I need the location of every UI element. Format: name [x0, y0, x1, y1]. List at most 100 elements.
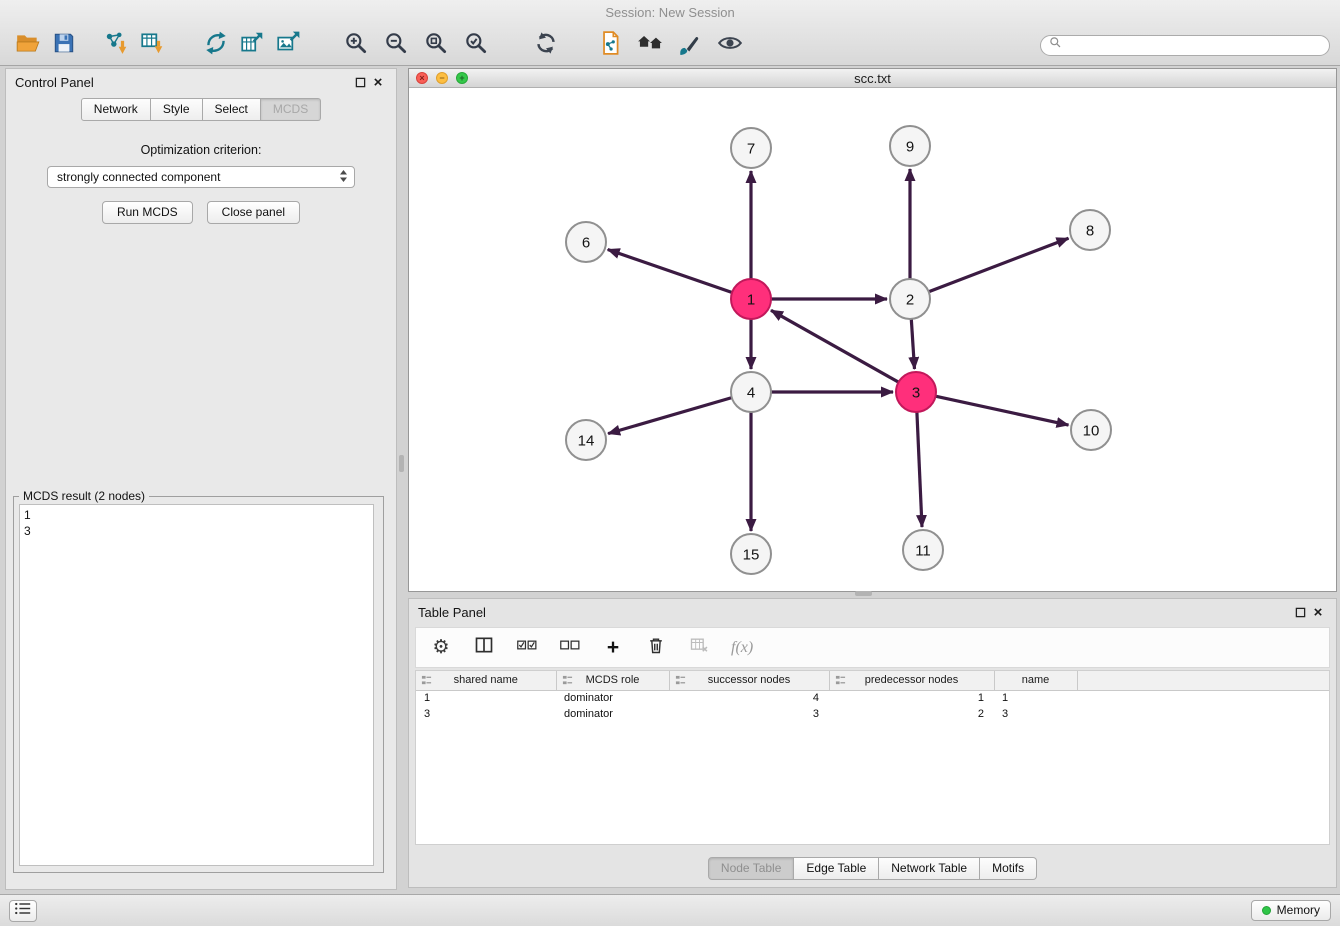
- refresh-icon: [533, 30, 559, 61]
- mcds-result-list: 13: [19, 504, 374, 866]
- vertical-splitter-handle[interactable]: [399, 455, 404, 472]
- unchecked-boxes-icon: [560, 635, 580, 660]
- graph-edge-4-14[interactable]: [608, 398, 732, 434]
- unselect-all-button[interactable]: [559, 636, 581, 660]
- tab-network[interactable]: Network: [81, 98, 151, 121]
- show-column-button[interactable]: [473, 636, 495, 660]
- table-row[interactable]: 1dominator411: [416, 690, 1329, 706]
- run-mcds-button[interactable]: Run MCDS: [102, 201, 193, 224]
- table-cell[interactable]: 2: [829, 706, 994, 722]
- close-panel-button[interactable]: Close panel: [207, 201, 300, 224]
- search-icon: [1049, 36, 1062, 54]
- mcds-result-item[interactable]: 1: [24, 507, 373, 523]
- column-header-shared-name[interactable]: shared name: [416, 671, 556, 690]
- column-type-icon: [675, 675, 686, 689]
- control-panel: Control Panel × Network Style Select MCD…: [5, 68, 397, 890]
- window-title: Session: New Session: [0, 0, 1340, 26]
- search-field[interactable]: [1040, 35, 1330, 56]
- delete-table-icon: [689, 635, 709, 660]
- maximize-window-icon[interactable]: +: [456, 72, 468, 84]
- zoom-in-button[interactable]: [336, 29, 376, 61]
- graph-node-label-15: 15: [743, 547, 760, 564]
- table-cell[interactable]: 4: [669, 690, 829, 706]
- memory-label: Memory: [1277, 903, 1320, 917]
- network-graph[interactable]: 1234678910111415: [409, 88, 1336, 591]
- graph-node-label-6: 6: [582, 235, 590, 252]
- zoom-fit-button[interactable]: [416, 29, 456, 61]
- first-neighbors-button[interactable]: [630, 29, 670, 61]
- delete-row-button[interactable]: [645, 636, 667, 660]
- import-network-button[interactable]: [98, 29, 134, 61]
- tab-motifs[interactable]: Motifs: [980, 857, 1037, 880]
- zoom-out-icon: [383, 30, 409, 61]
- criterion-dropdown[interactable]: strongly connected component: [47, 166, 355, 188]
- table-cell[interactable]: 1: [829, 690, 994, 706]
- float-table-panel-icon[interactable]: [1291, 603, 1309, 621]
- graph-edge-3-10[interactable]: [936, 396, 1069, 425]
- select-all-button[interactable]: [516, 636, 538, 660]
- export-image-button[interactable]: [270, 29, 306, 61]
- zoom-selected-button[interactable]: [456, 29, 496, 61]
- mcds-result-item[interactable]: 3: [24, 523, 373, 539]
- graph-edge-3-11[interactable]: [917, 412, 922, 527]
- style-tools-button[interactable]: [670, 29, 710, 61]
- table-cell[interactable]: dominator: [556, 706, 669, 722]
- table-cell[interactable]: 1: [994, 690, 1077, 706]
- tab-network-table[interactable]: Network Table: [879, 857, 980, 880]
- graph-edge-2-3[interactable]: [911, 319, 914, 369]
- zoom-out-button[interactable]: [376, 29, 416, 61]
- refresh-button[interactable]: [526, 29, 566, 61]
- export-table-button[interactable]: [234, 29, 270, 61]
- column-header-name[interactable]: name: [994, 671, 1077, 690]
- table-cell[interactable]: dominator: [556, 690, 669, 706]
- tab-mcds[interactable]: MCDS: [261, 98, 321, 121]
- close-window-icon[interactable]: ×: [416, 72, 428, 84]
- tab-edge-table[interactable]: Edge Table: [794, 857, 879, 880]
- tab-node-table[interactable]: Node Table: [708, 857, 795, 880]
- tab-style[interactable]: Style: [151, 98, 203, 121]
- task-history-button[interactable]: [9, 900, 37, 922]
- table-cell[interactable]: 3: [994, 706, 1077, 722]
- column-header-predecessor-nodes[interactable]: predecessor nodes: [829, 671, 994, 690]
- new-network-button[interactable]: [198, 29, 234, 61]
- gear-icon: ⚙: [432, 638, 449, 657]
- table-cell[interactable]: 3: [669, 706, 829, 722]
- import-table-button[interactable]: [134, 29, 170, 61]
- graph-node-label-3: 3: [912, 385, 920, 402]
- dropdown-arrows-icon: [339, 169, 348, 186]
- apply-function-button[interactable]: f(x): [731, 636, 753, 660]
- network-window-title: scc.txt: [409, 71, 1336, 86]
- save-session-button[interactable]: [46, 29, 82, 61]
- column-header-successor-nodes[interactable]: successor nodes: [669, 671, 829, 690]
- graph-node-label-7: 7: [747, 141, 755, 158]
- clone-network-button[interactable]: [590, 29, 630, 61]
- table-panel-tabs: Node Table Edge Table Network Table Moti…: [409, 857, 1336, 880]
- import-network-icon: [103, 30, 129, 61]
- close-panel-icon[interactable]: ×: [369, 73, 387, 91]
- graph-node-label-10: 10: [1083, 423, 1100, 440]
- zoom-fit-icon: [423, 30, 449, 61]
- table-row[interactable]: 3dominator323: [416, 706, 1329, 722]
- control-panel-tabs: Network Style Select MCDS: [6, 98, 396, 121]
- float-panel-icon[interactable]: [351, 73, 369, 91]
- search-input[interactable]: [1068, 38, 1321, 52]
- show-hide-button[interactable]: [710, 29, 750, 61]
- table-settings-button[interactable]: ⚙: [430, 636, 452, 660]
- checked-boxes-icon: [517, 635, 537, 660]
- import-table-icon: [139, 30, 165, 61]
- column-header-mcds-role[interactable]: MCDS role: [556, 671, 669, 690]
- network-window-titlebar[interactable]: scc.txt × − +: [409, 69, 1336, 88]
- graph-edge-1-6[interactable]: [608, 250, 732, 293]
- close-table-panel-icon[interactable]: ×: [1309, 603, 1327, 621]
- open-session-button[interactable]: [10, 29, 46, 61]
- horizontal-splitter-handle[interactable]: [855, 591, 872, 596]
- delete-table-button[interactable]: [688, 636, 710, 660]
- tab-select[interactable]: Select: [203, 98, 261, 121]
- add-row-button[interactable]: +: [602, 636, 624, 660]
- minimize-window-icon[interactable]: −: [436, 72, 448, 84]
- graph-edge-2-8[interactable]: [929, 238, 1069, 292]
- memory-button[interactable]: Memory: [1251, 900, 1331, 921]
- graph-edge-3-1[interactable]: [771, 310, 899, 382]
- table-cell[interactable]: 3: [416, 706, 556, 722]
- table-cell[interactable]: 1: [416, 690, 556, 706]
